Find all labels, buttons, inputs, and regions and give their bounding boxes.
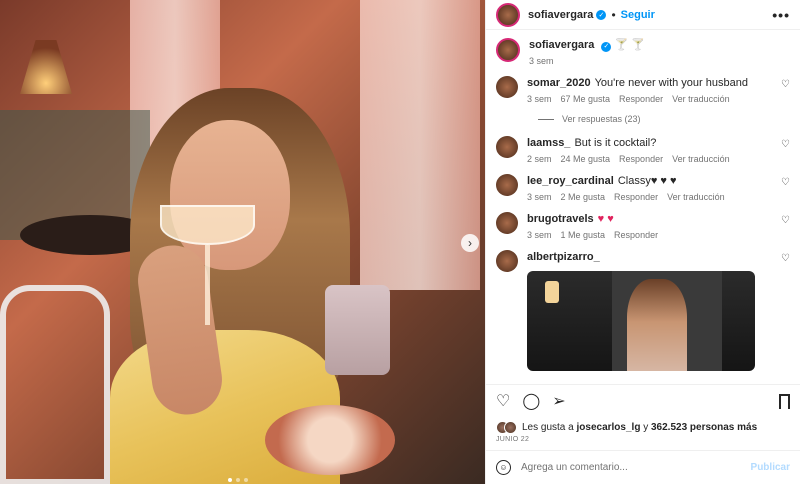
- comment-time: 3 sem: [527, 192, 552, 202]
- comment-likes[interactable]: 24 Me gusta: [561, 154, 611, 164]
- comment-likes[interactable]: 67 Me gusta: [561, 94, 611, 104]
- translate-button[interactable]: Ver traducción: [672, 94, 730, 104]
- commenter-username[interactable]: lee_roy_cardinal: [527, 175, 614, 187]
- like-comment-icon[interactable]: ♡: [781, 177, 790, 188]
- likes-prefix: Les gusta a: [522, 421, 574, 433]
- post-actions: ♡ ◯ ➢: [486, 384, 800, 418]
- like-comment-icon[interactable]: ♡: [781, 253, 790, 264]
- commenter-avatar[interactable]: [496, 250, 518, 272]
- reply-button[interactable]: Responder: [619, 154, 663, 164]
- bookmark-icon[interactable]: [779, 394, 790, 409]
- comment: albertpizarro_ ♡: [496, 250, 790, 371]
- comment-bubble-icon[interactable]: ◯: [522, 393, 540, 410]
- person-figure: [627, 279, 687, 371]
- comment-likes[interactable]: 1 Me gusta: [561, 230, 606, 240]
- comment-text: But is it cocktail?: [574, 137, 657, 149]
- post-date: JUNIO 22: [496, 436, 530, 443]
- post-photo[interactable]: ›: [0, 0, 485, 484]
- liker-username[interactable]: josecarlos_lg: [577, 422, 641, 433]
- author-username[interactable]: sofiavergara: [529, 39, 594, 51]
- cocktail-glass: [160, 205, 255, 245]
- next-photo-button[interactable]: ›: [461, 234, 479, 252]
- white-chair: [0, 285, 110, 484]
- liker-avatar: [504, 420, 517, 434]
- comment-text: You're never with your husband: [594, 77, 748, 89]
- wall-light: [545, 281, 559, 303]
- plate: [265, 405, 395, 475]
- share-plane-icon[interactable]: ➢: [552, 393, 565, 410]
- translate-button[interactable]: Ver traducción: [672, 154, 730, 164]
- commenter-username[interactable]: laamss_: [527, 137, 570, 149]
- comment-composer: ☺ Publicar: [486, 450, 800, 484]
- comments-list[interactable]: sofiavergara ✓ 🍸 🍸 3 sem somar_2020 You're…: [486, 30, 800, 384]
- like-comment-icon[interactable]: ♡: [781, 215, 790, 226]
- likes-summary[interactable]: Les gusta a josecarlos_lg y 362.523 pers…: [486, 418, 800, 436]
- commenter-avatar[interactable]: [496, 212, 518, 234]
- comment-input[interactable]: [521, 462, 751, 473]
- commenter-username[interactable]: albertpizarro_: [527, 251, 600, 263]
- author-avatar[interactable]: [496, 38, 520, 62]
- woman-face: [170, 120, 290, 270]
- like-comment-icon[interactable]: ♡: [781, 139, 790, 150]
- like-comment-icon[interactable]: ♡: [781, 79, 790, 90]
- verified-badge-icon: ✓: [596, 9, 607, 20]
- chevron-right-icon: ›: [468, 236, 472, 250]
- carousel-indicator: [228, 478, 248, 482]
- verified-badge-icon: ✓: [601, 41, 612, 52]
- caption-time: 3 sem: [529, 56, 554, 66]
- likes-connector: y: [643, 421, 649, 433]
- separator: •: [611, 7, 616, 22]
- like-heart-icon[interactable]: ♡: [496, 393, 510, 410]
- comment-time: 3 sem: [527, 230, 552, 240]
- pendant-lamp: [20, 40, 72, 94]
- view-replies-button[interactable]: Ver respuestas (23): [538, 114, 790, 124]
- comment-text: Classy♥ ♥ ♥: [617, 175, 677, 187]
- emoji-icon[interactable]: ☺: [496, 460, 511, 475]
- comment: lee_roy_cardinal Classy♥ ♥ ♥ 3 sem 2 Me gu…: [496, 174, 790, 202]
- more-options-icon[interactable]: •••: [772, 7, 790, 23]
- comment-time: 3 sem: [527, 94, 552, 104]
- comment-likes[interactable]: 2 Me gusta: [561, 192, 606, 202]
- author-username[interactable]: sofiavergara: [528, 9, 593, 21]
- reply-button[interactable]: Responder: [614, 230, 658, 240]
- translate-button[interactable]: Ver traducción: [667, 192, 725, 202]
- commenter-username[interactable]: somar_2020: [527, 77, 591, 89]
- comment-gif[interactable]: [527, 271, 755, 371]
- reply-button[interactable]: Responder: [619, 94, 663, 104]
- author-avatar[interactable]: [496, 2, 520, 27]
- comment-text: ♥ ♥: [597, 213, 614, 225]
- post-header: sofiavergara ✓ • Seguir •••: [486, 0, 800, 30]
- comment: somar_2020 You're never with your husband…: [496, 76, 790, 104]
- commenter-avatar[interactable]: [496, 136, 518, 158]
- glass-stem: [205, 245, 210, 325]
- reply-button[interactable]: Responder: [614, 192, 658, 202]
- caption-text: 🍸 🍸: [614, 39, 645, 51]
- handbag: [325, 285, 390, 375]
- commenter-avatar[interactable]: [496, 174, 518, 196]
- follow-button[interactable]: Seguir: [621, 9, 655, 21]
- comment: brugotravels ♥ ♥ 3 sem 1 Me gusta Responder…: [496, 212, 790, 240]
- comment-time: 2 sem: [527, 154, 552, 164]
- comment: laamss_ But is it cocktail? 2 sem 24 Me gu…: [496, 136, 790, 164]
- post-comment-button[interactable]: Publicar: [751, 462, 790, 473]
- commenter-avatar[interactable]: [496, 76, 518, 98]
- caption: sofiavergara ✓ 🍸 🍸 3 sem: [496, 38, 790, 66]
- likes-count[interactable]: 362.523 personas más: [651, 422, 757, 433]
- commenter-username[interactable]: brugotravels: [527, 213, 594, 225]
